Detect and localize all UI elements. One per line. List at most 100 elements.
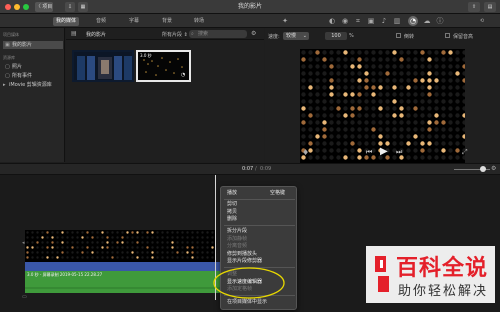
crop-icon[interactable]: ⌗ xyxy=(353,16,363,26)
menu-separator xyxy=(224,199,295,200)
clip-thumbnail xyxy=(74,52,132,80)
preserve-pitch-checkbox[interactable] xyxy=(445,33,450,38)
menu-item-trim-to-playhead[interactable]: 修剪到播放头 xyxy=(227,251,297,259)
menu-item-detach-audio: 分离音频 xyxy=(227,243,248,249)
settings-icon[interactable]: ▤ xyxy=(484,2,496,12)
sidebar-item-photos[interactable]: ▢ 照片 xyxy=(3,63,63,71)
settings-gear-icon[interactable]: ⚙ xyxy=(251,30,256,37)
sidebar-item-imovie-library[interactable]: ▸ iMovie 剪辑资源库 xyxy=(3,81,63,89)
media-clip-selected[interactable]: 3.0 秒 ◔ xyxy=(136,50,191,82)
menu-item-copy[interactable]: 拷贝 xyxy=(227,209,297,217)
media-clip[interactable] xyxy=(72,50,134,82)
reset-all-button[interactable]: ⟲ xyxy=(470,16,494,26)
watermark-title: 百科全说 xyxy=(396,256,489,281)
audio-waveform xyxy=(25,287,220,289)
color-correction-icon[interactable]: ◉ xyxy=(340,16,350,26)
search-input[interactable]: ⌕ 搜索 xyxy=(189,30,247,38)
time-separator: / xyxy=(255,166,257,172)
audio-track-clip[interactable]: 3.0 秒 - 屏幕录制 2019-05-15 22.28.27 xyxy=(25,271,220,293)
menu-item-delete[interactable]: 删除 xyxy=(227,216,297,224)
sidebar-item-label: iMovie 剪辑资源库 xyxy=(9,82,52,88)
menu-separator xyxy=(224,225,295,226)
sidebar: 项目媒体 ▣ 我的影片 资源库 ▢ 照片 ▢ 所有事件 ▸ iMovie 剪辑资… xyxy=(0,28,65,162)
microphone-icon[interactable]: ♦ xyxy=(302,148,309,157)
browser-header: ▤ 我的影片 所有片段 ⇕ ⌕ 搜索 ⚙ xyxy=(66,28,264,40)
percent-sign: % xyxy=(349,33,354,39)
clip-filter-select[interactable]: 所有片段 ⇕ xyxy=(162,31,188,38)
media-browser: ▤ 我的影片 所有片段 ⇕ ⌕ 搜索 ⚙ 3.0 秒 ◔ xyxy=(66,28,264,162)
menu-item-play[interactable]: 播放 空格键 xyxy=(227,190,297,198)
search-placeholder: 搜索 xyxy=(198,31,209,37)
browser-title: 我的影片 xyxy=(86,32,107,38)
viewer: 速度: 较慢 ⌄ 100 % 倒转 保留音高 ♦ ⏮ ▶ ⏭ ⤢ xyxy=(265,28,500,163)
library-toggle-icon[interactable]: ▦ xyxy=(78,2,88,12)
clip-start-handle[interactable]: ◂ xyxy=(22,240,25,246)
timecode-bar: 0:07 / 0:09 ⚙ xyxy=(0,163,500,175)
minimize-window-icon[interactable] xyxy=(14,4,20,10)
info-icon[interactable]: ⓘ xyxy=(435,16,445,26)
noise-reduction-icon[interactable]: ▥ xyxy=(392,16,402,26)
share-button[interactable]: ⇪ xyxy=(468,2,480,12)
title-bar: 〈 项目 ⇩ ▦ 我的影片 ⇪ ▤ xyxy=(0,0,500,14)
libraries-header: 资源库 xyxy=(3,55,15,60)
reverse-checkbox[interactable] xyxy=(396,33,401,38)
clip-filter-icon[interactable]: ☁ xyxy=(422,16,432,26)
speed-select[interactable]: 较慢 ⌄ xyxy=(283,32,309,40)
blue-audio-bar[interactable] xyxy=(25,262,220,271)
film-icon: ▣ xyxy=(5,42,10,48)
watermark-subtitle: 助你轻松解决 xyxy=(398,284,489,299)
speed-controls: 速度: 较慢 ⌄ 100 % 倒转 保留音高 xyxy=(265,30,500,42)
sidebar-toggle-icon[interactable]: ▤ xyxy=(71,30,77,37)
clip-speed-icon: ◔ xyxy=(181,72,186,78)
toolbar: 我的媒体 音频 字幕 背景 转场 ✦ ◐ ◉ ⌗ ▣ ♪ ▥ ◔ ☁ ⓘ ⟲ xyxy=(0,14,500,28)
speed-value: 较慢 xyxy=(286,33,297,39)
events-icon: ▢ xyxy=(5,73,10,79)
fullscreen-icon[interactable]: ⤢ xyxy=(462,148,468,157)
back-to-projects-button[interactable]: 〈 项目 xyxy=(35,2,53,12)
tab-audio[interactable]: 音频 xyxy=(91,17,111,26)
menu-item-add-freeze-frame: 添加静帧 xyxy=(227,235,248,242)
color-balance-icon[interactable]: ◐ xyxy=(327,16,337,26)
tab-my-media[interactable]: 我的媒体 xyxy=(53,17,79,26)
tab-titles[interactable]: 字幕 xyxy=(124,17,144,26)
video-track-clip[interactable] xyxy=(25,230,215,262)
speed-percent-input[interactable]: 100 xyxy=(325,32,347,40)
clip-duration-badge: 3.0 秒 xyxy=(139,53,153,59)
highlight-ellipse xyxy=(213,267,285,299)
speed-label: 速度: xyxy=(268,34,280,40)
window-title: 我的影片 xyxy=(237,3,262,10)
sidebar-item-label: 我的影片 xyxy=(12,42,33,48)
import-icon[interactable]: ⇩ xyxy=(65,2,75,12)
audio-start-handle[interactable]: ▭ xyxy=(22,294,27,300)
skip-forward-icon[interactable]: ⏭ xyxy=(396,148,402,157)
timeline-settings-icon[interactable]: ⚙ xyxy=(491,165,496,172)
tab-backgrounds[interactable]: 背景 xyxy=(157,17,177,26)
tab-transitions[interactable]: 转场 xyxy=(189,17,209,26)
play-icon[interactable]: ▶ xyxy=(380,146,388,157)
track-filmstrip xyxy=(26,231,214,259)
sidebar-item-label: 照片 xyxy=(12,64,23,70)
disclosure-triangle-icon[interactable]: ▸ xyxy=(3,81,6,89)
zoom-slider-knob[interactable] xyxy=(480,166,486,172)
speed-icon[interactable]: ◔ xyxy=(408,16,418,26)
close-window-icon[interactable] xyxy=(5,4,11,10)
zoom-window-icon[interactable] xyxy=(23,4,29,10)
menu-item-label: 播放 xyxy=(227,190,238,196)
sidebar-item-my-movie[interactable]: ▣ 我的影片 xyxy=(3,41,63,49)
current-time: 0:07 xyxy=(242,166,254,172)
chevron-down-icon: ⌄ xyxy=(302,33,307,39)
magic-wand-icon[interactable]: ✦ xyxy=(280,16,290,26)
menu-item-cut[interactable]: 剪切 xyxy=(227,201,297,209)
volume-icon[interactable]: ♪ xyxy=(379,16,389,26)
stabilization-icon[interactable]: ▣ xyxy=(366,16,376,26)
skip-back-icon[interactable]: ⏮ xyxy=(366,148,372,157)
photos-icon: ▢ xyxy=(5,64,10,70)
sidebar-item-all-events[interactable]: ▢ 所有事件 xyxy=(3,72,63,80)
menu-item-shortcut: 空格键 xyxy=(270,190,286,196)
total-time: 0:09 xyxy=(260,166,272,172)
watermark-logo-icon xyxy=(375,256,389,292)
preserve-pitch-label: 保留音高 xyxy=(453,34,474,40)
menu-item-split-clip[interactable]: 拆分片段 xyxy=(227,228,297,236)
sidebar-item-label: 所有事件 xyxy=(12,73,33,79)
watermark: 百科全说 助你轻松解决 xyxy=(366,246,495,303)
